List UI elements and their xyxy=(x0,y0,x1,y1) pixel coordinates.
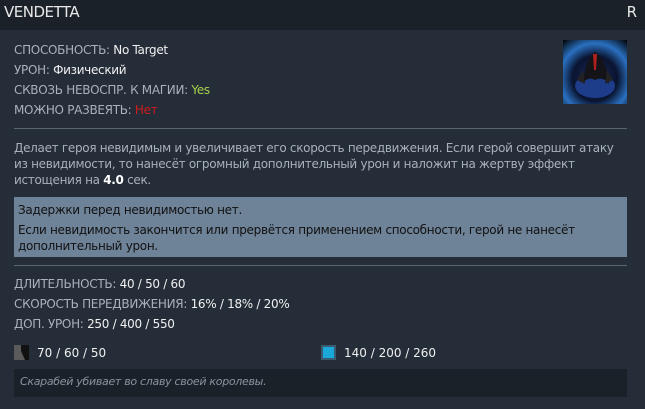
value-duration: ДЛИТЕЛЬНОСТЬ: 40 / 50 / 60 xyxy=(14,277,185,291)
ability-icon xyxy=(563,40,627,104)
divider xyxy=(14,265,627,266)
ability-title: VENDETTA xyxy=(4,3,80,21)
stat-value: Yes xyxy=(191,83,210,97)
ability-description: Делает героя невидимым и увеличивает его… xyxy=(14,140,629,188)
stat-dispellable: МОЖНО РАЗВЕЯТЬ: Нет xyxy=(14,103,158,117)
cooldown: 70 / 60 / 50 xyxy=(14,345,106,360)
duration-unit: сек. xyxy=(123,173,151,187)
value-label: СКОРОСТЬ ПЕРЕДВИЖЕНИЯ: xyxy=(14,297,191,311)
value-move-speed: СКОРОСТЬ ПЕРЕДВИЖЕНИЯ: 16% / 18% / 20% xyxy=(14,297,290,311)
value-label: ДЛИТЕЛЬНОСТЬ: xyxy=(14,277,120,291)
lore-text: Скарабей убивает во славу своей королевы… xyxy=(20,375,267,388)
stat-pierces-immunity: СКВОЗЬ НЕВОСПР. К МАГИИ: Yes xyxy=(14,83,210,97)
hotkey-label: R xyxy=(626,3,637,21)
mana-value: 140 / 200 / 260 xyxy=(344,345,437,360)
value-bonus-damage: ДОП. УРОН: 250 / 400 / 550 xyxy=(14,317,175,331)
note: Если невидимость закончится или прервётс… xyxy=(18,223,575,253)
stat-label: МОЖНО РАЗВЕЯТЬ: xyxy=(14,103,135,117)
value-numbers: 250 / 400 / 550 xyxy=(87,317,175,331)
stat-value: No Target xyxy=(113,43,168,57)
stat-ability: СПОСОБНОСТЬ: No Target xyxy=(14,43,168,57)
stat-damage-type: УРОН: Физический xyxy=(14,63,127,77)
stat-value: Физический xyxy=(53,63,127,77)
cooldown-value: 70 / 60 / 50 xyxy=(37,345,107,360)
ability-notes: Задержки перед невидимостью нет. Если не… xyxy=(14,197,627,257)
duration-value: 4.0 xyxy=(103,173,124,187)
lore-box: Скарабей убивает во славу своей королевы… xyxy=(14,369,627,397)
mana-cost: 140 / 200 / 260 xyxy=(321,345,436,360)
mana-icon xyxy=(321,345,336,360)
cooldown-icon xyxy=(14,345,29,360)
stat-label: УРОН: xyxy=(14,63,54,77)
stat-value: Нет xyxy=(134,103,158,117)
stat-label: СКВОЗЬ НЕВОСПР. К МАГИИ: xyxy=(14,83,192,97)
divider xyxy=(14,128,627,129)
tooltip-header: VENDETTA R xyxy=(0,0,645,30)
note: Задержки перед невидимостью нет. xyxy=(18,203,242,217)
value-numbers: 40 / 50 / 60 xyxy=(119,277,186,291)
stat-label: СПОСОБНОСТЬ: xyxy=(14,43,114,57)
value-label: ДОП. УРОН: xyxy=(14,317,88,331)
value-numbers: 16% / 18% / 20% xyxy=(190,297,290,311)
